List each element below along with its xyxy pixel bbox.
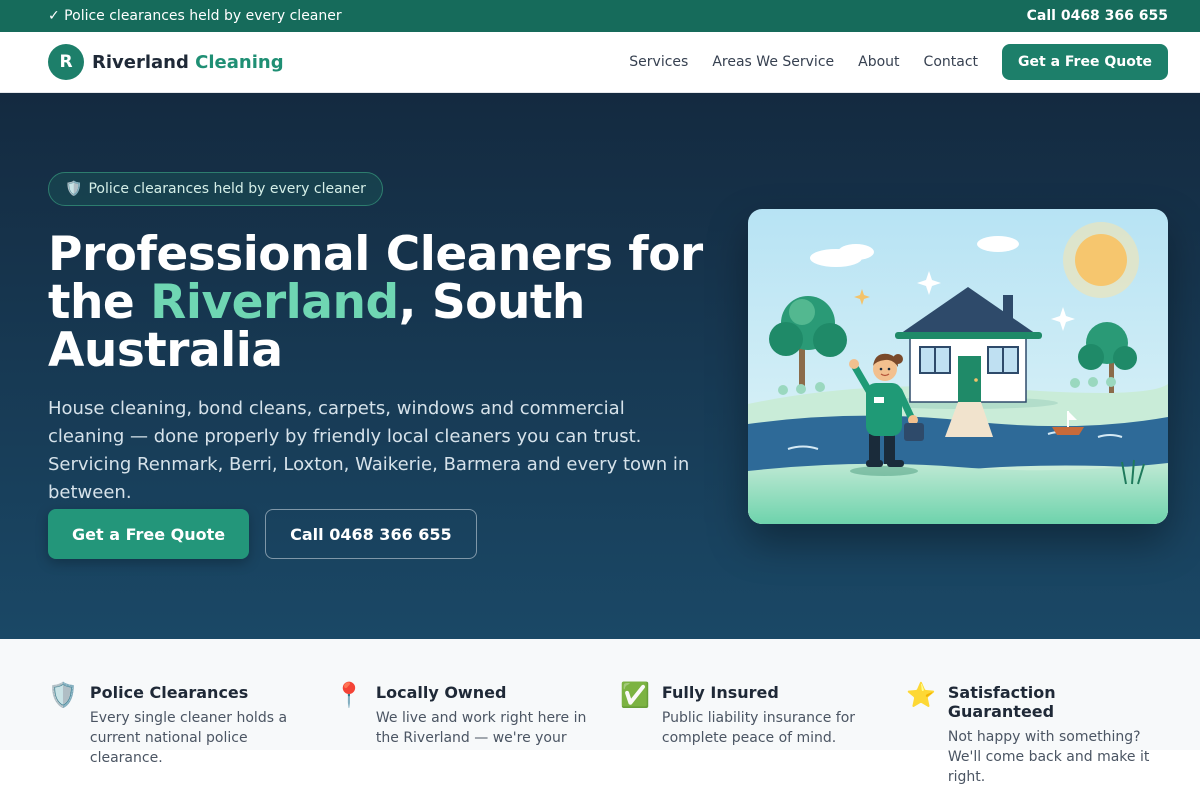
hero-illustration bbox=[748, 209, 1168, 524]
top-phone-link[interactable]: Call 0468 366 655 bbox=[1027, 8, 1168, 24]
hero-subtitle: House cleaning, bond cleans, carpets, wi… bbox=[48, 398, 690, 503]
brand-name: Riverland Cleaning bbox=[92, 52, 284, 73]
clearance-tagline: ✓ Police clearances held by every cleane… bbox=[48, 8, 342, 24]
features-strip: 🛡️ Police Clearances Every single cleane… bbox=[0, 639, 1200, 785]
check-icon: ✅ bbox=[620, 681, 650, 709]
nav-contact[interactable]: Contact bbox=[924, 54, 978, 70]
feature-title: Satisfaction Guaranteed bbox=[947, 683, 1056, 721]
site-header: R Riverland Cleaning Services Areas We S… bbox=[0, 32, 1200, 93]
hero-quote-button[interactable]: Get a Free Quote bbox=[48, 509, 250, 559]
feature-text: Public liability insurance for complete … bbox=[661, 710, 856, 746]
hero-title: Professional Cleaners for the Riverland,… bbox=[48, 231, 708, 375]
main-nav: Services Areas We Service About Contact … bbox=[629, 44, 1168, 80]
feature-locally-owned: 📍 Locally Owned We live and work right h… bbox=[334, 681, 594, 748]
brand-name-main: Riverland bbox=[92, 51, 189, 73]
nav-areas[interactable]: Areas We Service bbox=[712, 54, 834, 70]
map-pin-icon: 📍 bbox=[334, 681, 364, 709]
feature-title: Fully Insured bbox=[661, 683, 779, 702]
nav-services[interactable]: Services bbox=[629, 54, 688, 70]
hero-buttons: Get a Free Quote Call 0468 366 655 bbox=[48, 509, 477, 559]
feature-text: We live and work right here in the River… bbox=[375, 710, 587, 746]
clearance-badge: 🛡️ Police clearances held by every clean… bbox=[48, 172, 383, 206]
badge-text: Police clearances held by every cleaner bbox=[88, 181, 366, 197]
feature-fully-insured: ✅ Fully Insured Public liability insuran… bbox=[620, 681, 880, 748]
top-bar: ✓ Police clearances held by every cleane… bbox=[0, 0, 1200, 32]
brand-name-accent: Cleaning bbox=[195, 51, 284, 73]
feature-satisfaction: ⭐ Satisfaction Guaranteed Not happy with… bbox=[906, 681, 1166, 787]
logo-badge: R bbox=[48, 44, 84, 80]
brand-logo-link[interactable]: R Riverland Cleaning bbox=[48, 44, 284, 80]
title-highlight: Riverland bbox=[150, 275, 399, 330]
feature-police-clearances: 🛡️ Police Clearances Every single cleane… bbox=[48, 681, 308, 768]
header-quote-button[interactable]: Get a Free Quote bbox=[1002, 44, 1168, 80]
feature-text: Not happy with something? We'll come bac… bbox=[947, 729, 1150, 785]
hero-section: 🛡️ Police clearances held by every clean… bbox=[0, 93, 1200, 639]
feature-title: Police Clearances bbox=[89, 683, 249, 702]
feature-text: Every single cleaner holds a current nat… bbox=[89, 710, 288, 766]
feature-title: Locally Owned bbox=[375, 683, 507, 702]
house-cleaner-illustration bbox=[748, 209, 1168, 524]
star-icon: ⭐ bbox=[906, 681, 936, 709]
shield-icon: 🛡️ bbox=[48, 681, 78, 709]
shield-icon: 🛡️ bbox=[65, 181, 83, 197]
hero-call-button[interactable]: Call 0468 366 655 bbox=[265, 509, 477, 559]
nav-about[interactable]: About bbox=[858, 54, 899, 70]
